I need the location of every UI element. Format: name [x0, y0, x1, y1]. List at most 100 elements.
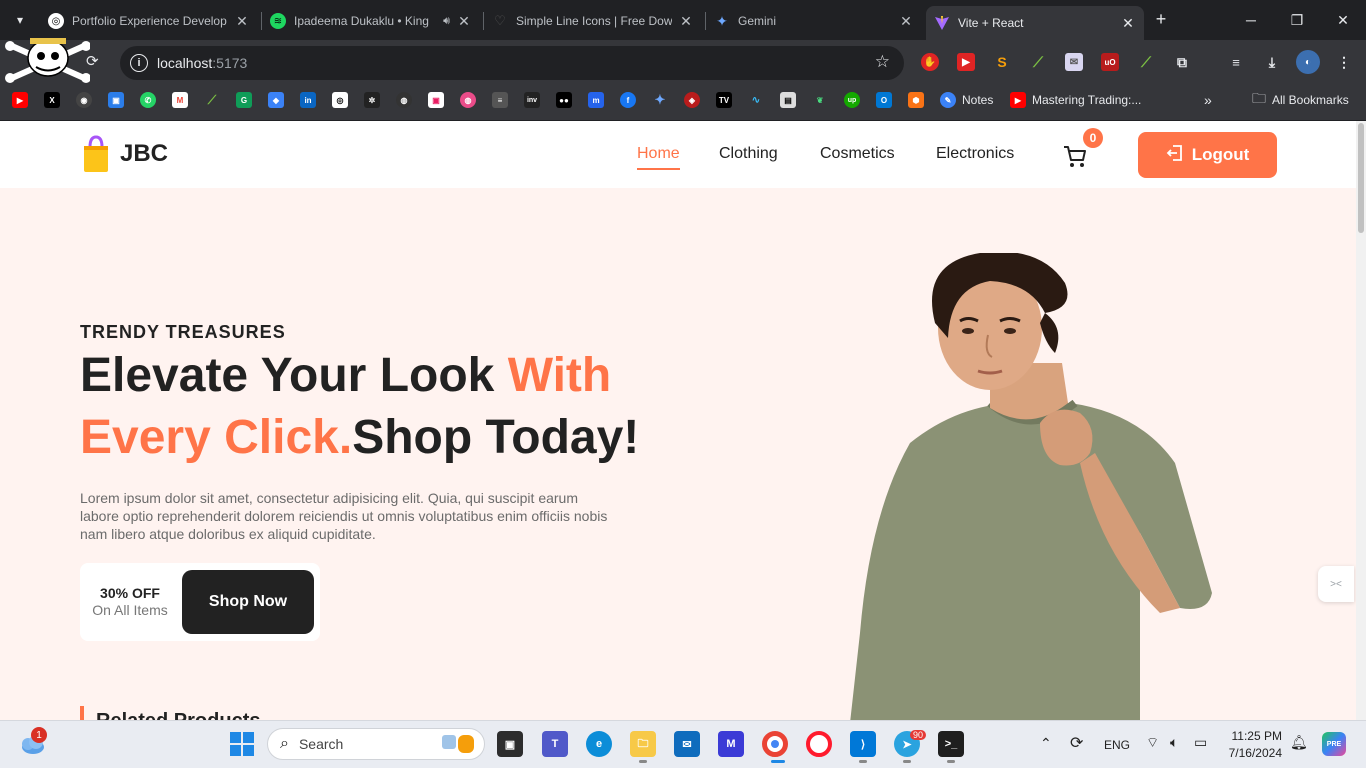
media-controls-icon[interactable]: ≡	[1227, 53, 1245, 71]
tab-search-button[interactable]: ▾	[8, 8, 32, 32]
adblock-extension-icon[interactable]: ✋	[921, 53, 939, 71]
tab-spotify[interactable]: ≋ Ipadeema Dukaklu • King 🔊︎ ✕	[262, 8, 480, 34]
bookmark-blue-icon[interactable]: ◆	[268, 92, 284, 108]
bookmark-orange-icon[interactable]: ⬢	[908, 92, 924, 108]
nav-electronics[interactable]: Electronics	[936, 145, 1014, 163]
file-explorer-icon[interactable]: 🗀︎	[630, 731, 656, 757]
gmail-icon[interactable]: M	[172, 92, 188, 108]
site-info-icon[interactable]: i	[130, 54, 148, 72]
reload-icon[interactable]: ⟳	[86, 52, 104, 72]
address-bar[interactable]: i localhost:5173 ☆	[120, 46, 904, 80]
brand-name: JBC	[120, 140, 169, 167]
ublock-extension-icon[interactable]: uO	[1101, 53, 1119, 71]
new-tab-button[interactable]: +	[1150, 8, 1172, 30]
windows-start-icon[interactable]	[229, 731, 255, 757]
bookmark-wave-icon[interactable]: ∿	[748, 92, 764, 108]
menu-kebab-icon[interactable]: ⋮	[1335, 53, 1353, 71]
logout-button[interactable]: Logout	[1138, 132, 1277, 178]
s-extension-icon[interactable]: S	[993, 53, 1011, 71]
bookmark-pink-icon[interactable]: ▣	[428, 92, 444, 108]
extensions-puzzle-icon[interactable]: ⧉	[1173, 53, 1191, 71]
close-window-button[interactable]: ✕	[1320, 0, 1366, 40]
youtube-extension-icon[interactable]: ▶	[957, 53, 975, 71]
notifications-bell-icon[interactable]: 🔔︎	[1290, 734, 1308, 751]
bookmark-red-icon[interactable]: ◈	[684, 92, 700, 108]
x-twitter-icon[interactable]: X	[44, 92, 60, 108]
close-tab-icon[interactable]: ✕	[678, 13, 694, 30]
clock[interactable]: 11:25 PM 7/16/2024	[1226, 729, 1282, 760]
linkedin-icon[interactable]: in	[300, 92, 316, 108]
nav-cosmetics[interactable]: Cosmetics	[820, 145, 895, 163]
shop-now-button[interactable]: Shop Now	[182, 570, 314, 634]
bookmark-leaf-icon[interactable]: ❦	[812, 92, 828, 108]
bookmark-stack-icon[interactable]: ≡	[492, 92, 508, 108]
jolly-roger-profile-icon[interactable]	[4, 36, 91, 84]
cart-icon[interactable]	[1062, 143, 1088, 169]
tradingview-icon[interactable]: TV	[716, 92, 732, 108]
close-tab-icon[interactable]: ✕	[456, 13, 472, 30]
mail-icon[interactable]: ✉	[674, 731, 700, 757]
tray-overflow-icon[interactable]: ⌃	[1040, 735, 1052, 752]
site-brand[interactable]: JBC	[82, 135, 168, 173]
github-icon[interactable]: ◉	[76, 92, 92, 108]
tab-portfolio[interactable]: ◎ Portfolio Experience Develop ✕	[40, 8, 258, 34]
medium-icon[interactable]: ●●	[556, 92, 572, 108]
vscode-icon[interactable]: ⟩	[850, 731, 876, 757]
sync-icon[interactable]: ⟳	[1070, 733, 1083, 753]
gemini-bookmark-icon[interactable]: ✦	[652, 92, 668, 108]
volume-icon[interactable]: 🔈︎	[1170, 734, 1178, 751]
taskbar-search[interactable]: ⌕ Search	[267, 728, 485, 760]
whatsapp-icon[interactable]: ✆	[140, 92, 156, 108]
bookmark-dark-icon[interactable]: ✲	[364, 92, 380, 108]
floating-helper-widget[interactable]: ><	[1318, 566, 1354, 602]
nav-home[interactable]: Home	[637, 145, 680, 170]
bookmark-star-icon[interactable]: ☆	[875, 52, 890, 72]
bookmark-doc-icon[interactable]: ▤	[780, 92, 796, 108]
teams-icon[interactable]: T	[542, 731, 568, 757]
address-url[interactable]: localhost:5173	[157, 55, 247, 71]
wifi-icon[interactable]: ⌔	[1146, 734, 1159, 752]
contacts-icon[interactable]: ▣	[108, 92, 124, 108]
bookmark-circle-icon[interactable]: ◍	[396, 92, 412, 108]
bookmarks-overflow-icon[interactable]: »	[1204, 92, 1212, 108]
copilot-icon[interactable]: PRE	[1322, 732, 1346, 756]
tab-vite-react[interactable]: Vite + React ✕	[926, 6, 1144, 40]
opera-icon[interactable]	[806, 731, 832, 757]
bookmark-green-icon[interactable]: G	[236, 92, 252, 108]
upwork-icon[interactable]: up	[844, 92, 860, 108]
chatgpt-icon[interactable]: ◎	[332, 92, 348, 108]
restore-window-button[interactable]: ❐	[1274, 0, 1320, 40]
youtube-icon[interactable]: ▶	[12, 92, 28, 108]
tab-simple-line-icons[interactable]: ♡ Simple Line Icons | Free Dow ✕	[484, 8, 702, 34]
scrollbar-thumb[interactable]	[1358, 123, 1364, 233]
profile-avatar[interactable]: ◐	[1296, 50, 1320, 74]
minimize-window-button[interactable]: ─	[1228, 0, 1274, 40]
chart-bookmark-icon[interactable]: ⟋	[204, 92, 220, 108]
nav-clothing[interactable]: Clothing	[719, 145, 778, 163]
app-m-icon[interactable]: M	[718, 731, 744, 757]
dribbble-icon[interactable]: ◍	[460, 92, 476, 108]
bookmark-m-icon[interactable]: m	[588, 92, 604, 108]
terminal-icon[interactable]: >_	[938, 731, 964, 757]
bookmark-mastering-trading[interactable]: ▶ Mastering Trading:...	[1010, 92, 1141, 108]
edge-icon[interactable]: e	[586, 731, 612, 757]
bookmark-notes[interactable]: ✎ Notes	[940, 92, 993, 108]
download-icon[interactable]: ⤓	[1263, 53, 1281, 71]
all-bookmarks-button[interactable]: 🗀︎ All Bookmarks	[1252, 90, 1349, 108]
speaker-icon[interactable]: 🔊︎	[443, 15, 450, 28]
close-tab-icon[interactable]: ✕	[234, 13, 250, 30]
task-view-icon[interactable]: ▣	[497, 731, 523, 757]
mail-extension-icon[interactable]: ✉	[1065, 53, 1083, 71]
facebook-icon[interactable]: f	[620, 92, 636, 108]
trading-extension-icon[interactable]: ⟋	[1029, 53, 1047, 71]
battery-icon[interactable]: ▭	[1194, 734, 1207, 751]
chart-extension-icon[interactable]: ⟋	[1137, 53, 1155, 71]
tab-gemini[interactable]: ✦ Gemini ✕	[706, 8, 922, 34]
chrome-icon[interactable]	[762, 731, 788, 757]
close-tab-icon[interactable]: ✕	[1120, 15, 1136, 32]
input-language[interactable]: ENG	[1104, 738, 1130, 752]
page-scrollbar[interactable]	[1356, 121, 1366, 720]
close-tab-icon[interactable]: ✕	[898, 13, 914, 30]
investing-icon[interactable]: inv	[524, 92, 540, 108]
outlook-icon[interactable]: O	[876, 92, 892, 108]
